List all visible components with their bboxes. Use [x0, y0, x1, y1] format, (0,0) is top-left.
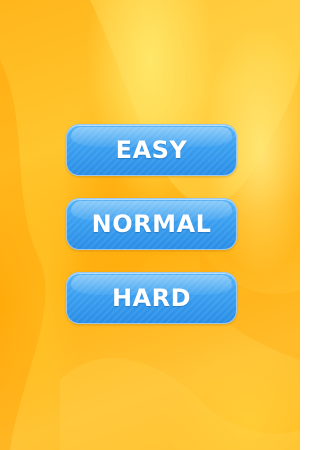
easy-button-label: EASY: [115, 136, 188, 164]
normal-button[interactable]: NORMAL: [66, 198, 237, 250]
difficulty-menu: EASY NORMAL HARD: [66, 124, 237, 346]
game-screen: EASY NORMAL HARD: [0, 0, 300, 450]
hard-button[interactable]: HARD: [66, 272, 237, 324]
easy-button[interactable]: EASY: [66, 124, 237, 176]
hard-button-label: HARD: [111, 284, 192, 312]
normal-button-label: NORMAL: [91, 210, 212, 238]
